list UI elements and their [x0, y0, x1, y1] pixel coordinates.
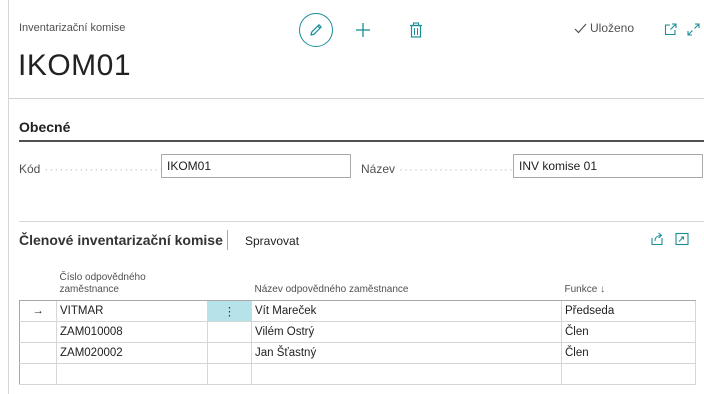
row-actions-cell[interactable]	[207, 362, 252, 385]
manage-button[interactable]: Spravovat	[245, 234, 299, 248]
saved-status: Uloženo	[574, 21, 634, 35]
delete-button[interactable]	[408, 21, 424, 39]
code-label: Kód ·························	[19, 162, 170, 176]
cell-employee-name[interactable]: Vít Mareček	[251, 299, 562, 322]
open-new-window-icon	[664, 22, 677, 35]
cell-employee-no[interactable]: ZAM020002	[56, 341, 208, 364]
cell-function[interactable]: Člen	[561, 341, 696, 364]
edit-icon	[310, 24, 322, 36]
card-page: Inventarizační komise IKOM01 Uloženo Obe…	[8, 0, 704, 394]
column-header-employee-name[interactable]: Název odpovědného zaměstnance	[251, 258, 562, 301]
edit-button[interactable]	[299, 13, 333, 47]
column-header-employee-no[interactable]: Číslo odpovědného zaměstnance	[56, 258, 208, 301]
section-title-general[interactable]: Obecné	[19, 119, 70, 135]
table-row-empty[interactable]	[19, 362, 696, 385]
part-divider	[19, 221, 704, 222]
expand-icon	[686, 22, 700, 36]
add-button[interactable]	[354, 21, 372, 39]
cell-employee-no[interactable]	[56, 362, 208, 385]
members-table: Číslo odpovědného zaměstnance Název odpo…	[19, 258, 696, 385]
share-button[interactable]	[650, 232, 664, 251]
name-field[interactable]: INV komise 01	[513, 154, 703, 178]
cell-employee-name[interactable]	[251, 362, 562, 385]
column-header-function[interactable]: Funkce ↓	[561, 258, 696, 301]
column-header-actions	[207, 258, 252, 301]
row-marker	[19, 341, 57, 364]
add-icon	[356, 23, 370, 37]
share-icon	[651, 232, 663, 246]
part-separator	[227, 230, 228, 250]
saved-label: Uloženo	[590, 21, 635, 35]
cell-employee-name[interactable]: Vilém Ostrý	[251, 320, 562, 343]
row-marker-arrow: →	[19, 299, 57, 322]
row-actions-cell[interactable]	[207, 320, 252, 343]
table-header-row: Číslo odpovědného zaměstnance Název odpo…	[19, 258, 696, 301]
page-caption: Inventarizační komise	[19, 22, 126, 34]
table-row[interactable]: ZAM010008 Vilém Ostrý Člen	[19, 320, 696, 343]
name-label: Název ·······················	[361, 162, 514, 176]
part-title-members: Členové inventarizační komise	[19, 232, 223, 248]
open-new-window-button[interactable]	[663, 22, 677, 36]
delete-icon	[410, 22, 422, 38]
cell-function[interactable]: Člen	[561, 320, 696, 343]
table-row[interactable]: → VITMAR ⋮ Vít Mareček Předseda	[19, 299, 696, 322]
expand-part-button[interactable]	[675, 232, 689, 251]
checkmark-icon	[574, 23, 587, 33]
cell-employee-no[interactable]: ZAM010008	[56, 320, 208, 343]
column-header-marker	[19, 258, 57, 301]
row-actions-cell[interactable]	[207, 341, 252, 364]
cell-employee-name[interactable]: Jan Šťastný	[251, 341, 562, 364]
section-rule	[19, 140, 704, 142]
row-marker	[19, 362, 57, 385]
row-marker	[19, 320, 57, 343]
table-row[interactable]: ZAM020002 Jan Šťastný Člen	[19, 341, 696, 364]
cell-function[interactable]: Předseda	[561, 299, 696, 322]
page-title: IKOM01	[18, 49, 132, 82]
code-field[interactable]: IKOM01	[161, 154, 351, 178]
header-divider	[9, 98, 704, 99]
cell-employee-no[interactable]: VITMAR	[56, 299, 208, 322]
expand-part-icon	[675, 232, 689, 246]
expand-button[interactable]	[686, 22, 700, 36]
row-actions-menu[interactable]: ⋮	[207, 299, 252, 322]
cell-function[interactable]	[561, 362, 696, 385]
